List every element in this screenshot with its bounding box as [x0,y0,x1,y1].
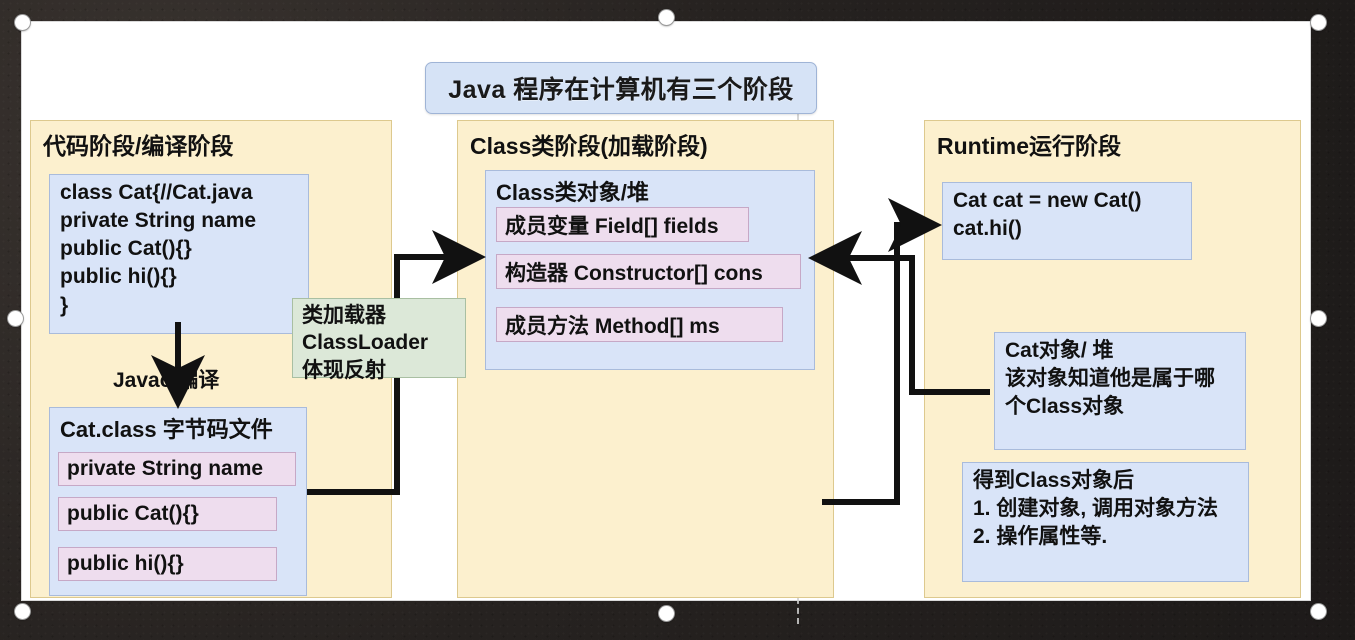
class-file-member-method-label: public hi(){} [67,552,184,575]
class-file-member-method[interactable]: public hi(){} [58,547,277,581]
class-file-heading: Cat.class 字节码文件 [60,417,273,442]
runtime-object-box[interactable]: Cat对象/ 堆 该对象知道他是属于哪 个Class对象 [994,332,1246,450]
runtime-object-text: Cat对象/ 堆 该对象知道他是属于哪 个Class对象 [1005,339,1215,419]
arrow-classstage-to-runtime [822,198,942,505]
selection-handle-bottom-center[interactable] [659,606,674,621]
class-file-member-constructor[interactable]: public Cat(){} [58,497,277,531]
slide-title-box[interactable]: Java 程序在计算机有三个阶段 [425,62,817,114]
selection-handle-bottom-left[interactable] [15,604,30,619]
selection-handle-top-left[interactable] [15,15,30,30]
panel-class-stage-title: Class类阶段(加载阶段) [470,133,708,159]
class-object-methods[interactable]: 成员方法 Method[] ms [496,307,783,342]
source-code-box[interactable]: class Cat{//Cat.java private String name… [49,174,309,334]
slide-canvas[interactable]: Java 程序在计算机有三个阶段 代码阶段/编译阶段 class Cat{//C… [22,22,1310,624]
classloader-text: 类加载器 ClassLoader 体现反射 [302,304,429,382]
selection-handle-top-right[interactable] [1311,15,1326,30]
panel-runtime-stage-title: Runtime运行阶段 [937,133,1121,159]
javac-compile-label: Javac 编译 [113,369,220,392]
page-title: Java 程序在计算机有三个阶段 [448,76,794,104]
class-file-member-field[interactable]: private String name [58,452,296,486]
class-object-methods-label: 成员方法 Method[] ms [505,314,720,338]
selection-handle-middle-right[interactable] [1311,311,1326,326]
panel-code-stage-title: 代码阶段/编译阶段 [43,133,234,159]
class-object-heading: Class类对象/堆 [496,180,649,205]
selection-handle-bottom-right[interactable] [1311,604,1326,619]
runtime-usage-text: 得到Class对象后 1. 创建对象, 调用对象方法 2. 操作属性等. [973,469,1219,549]
class-file-member-field-label: private String name [67,457,264,480]
source-code-text: class Cat{//Cat.java private String name… [60,181,257,317]
class-object-fields-label: 成员变量 Field[] fields [505,214,719,238]
class-object-fields[interactable]: 成员变量 Field[] fields [496,207,749,242]
runtime-usage-box[interactable]: 得到Class对象后 1. 创建对象, 调用对象方法 2. 操作属性等. [962,462,1249,582]
class-object-constructors[interactable]: 构造器 Constructor[] cons [496,254,801,289]
class-file-member-constructor-label: public Cat(){} [67,502,199,525]
selection-handle-top-center[interactable] [659,10,674,25]
classloader-box[interactable]: 类加载器 ClassLoader 体现反射 [292,298,466,382]
selection-handle-middle-left[interactable] [8,311,23,326]
class-object-constructors-label: 构造器 Constructor[] cons [505,261,763,285]
runtime-code-box[interactable]: Cat cat = new Cat() cat.hi() [942,182,1192,260]
runtime-code-text: Cat cat = new Cat() cat.hi() [953,189,1142,241]
